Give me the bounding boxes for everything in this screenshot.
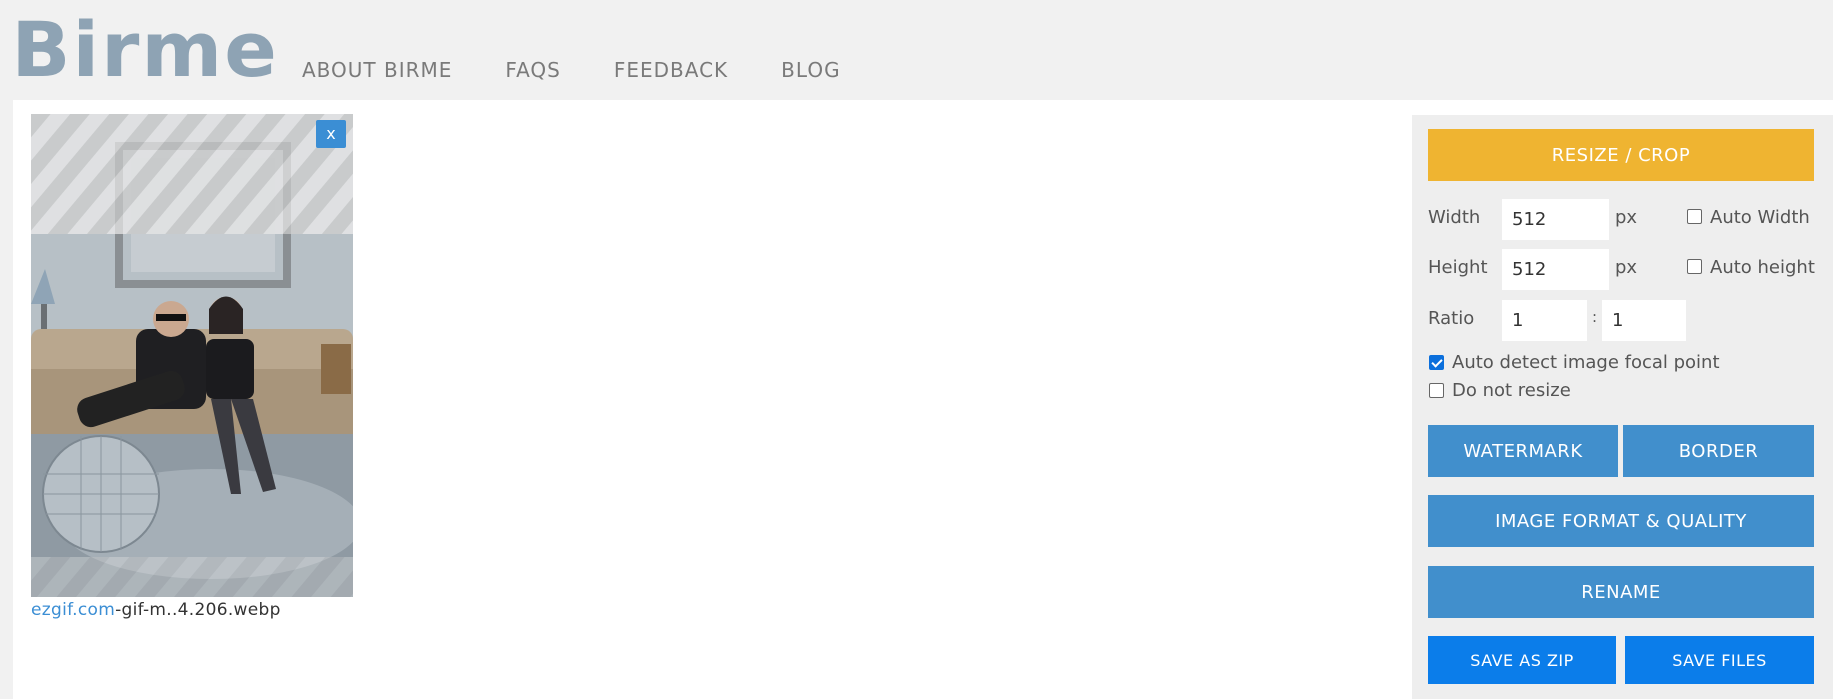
top-header: Birme ABOUT BIRME FAQS FEEDBACK BLOG (0, 0, 1833, 100)
image-thumbnail (31, 114, 353, 597)
image-filename: ezgif.com-gif-m..4.206.webp (31, 600, 281, 620)
remove-image-button[interactable]: x (316, 120, 346, 148)
height-label: Height (1428, 257, 1488, 278)
settings-panel: RESIZE / CROP Width px Auto Width Height… (1412, 115, 1833, 699)
border-button[interactable]: BORDER (1623, 425, 1814, 477)
do-not-resize-label: Do not resize (1452, 380, 1571, 401)
nav-feedback[interactable]: FEEDBACK (614, 58, 728, 82)
save-files-button[interactable]: SAVE FILES (1625, 636, 1814, 684)
height-input[interactable] (1502, 249, 1609, 290)
auto-width-checkbox[interactable] (1687, 209, 1702, 224)
width-label: Width (1428, 207, 1481, 228)
filename-link[interactable]: ezgif.com (31, 600, 115, 620)
nav-about[interactable]: ABOUT BIRME (302, 58, 452, 82)
birme-logo[interactable]: Birme (11, 4, 278, 96)
resize-crop-button[interactable]: RESIZE / CROP (1428, 129, 1814, 181)
ratio-width-input[interactable] (1502, 300, 1587, 341)
watermark-button[interactable]: WATERMARK (1428, 425, 1618, 477)
ratio-separator: : (1592, 308, 1598, 326)
save-as-zip-button[interactable]: SAVE AS ZIP (1428, 636, 1616, 684)
height-unit: px (1615, 257, 1638, 278)
photo-couple-on-sofa (31, 114, 353, 597)
focal-point-label: Auto detect image focal point (1452, 352, 1720, 373)
ratio-height-input[interactable] (1602, 300, 1686, 341)
filename-rest: -gif-m..4.206.webp (115, 600, 281, 620)
nav-faqs[interactable]: FAQS (505, 58, 560, 82)
auto-height-checkbox[interactable] (1687, 259, 1702, 274)
rename-button[interactable]: RENAME (1428, 566, 1814, 618)
do-not-resize-checkbox[interactable] (1429, 383, 1444, 398)
nav-blog[interactable]: BLOG (781, 58, 840, 82)
width-unit: px (1615, 207, 1638, 228)
main-nav: ABOUT BIRME FAQS FEEDBACK BLOG (302, 58, 894, 82)
auto-width-label: Auto Width (1710, 207, 1810, 228)
auto-height-label: Auto height (1710, 257, 1815, 278)
focal-point-checkbox[interactable] (1429, 355, 1444, 370)
ratio-label: Ratio (1428, 308, 1475, 329)
image-format-quality-button[interactable]: IMAGE FORMAT & QUALITY (1428, 495, 1814, 547)
width-input[interactable] (1502, 199, 1609, 240)
